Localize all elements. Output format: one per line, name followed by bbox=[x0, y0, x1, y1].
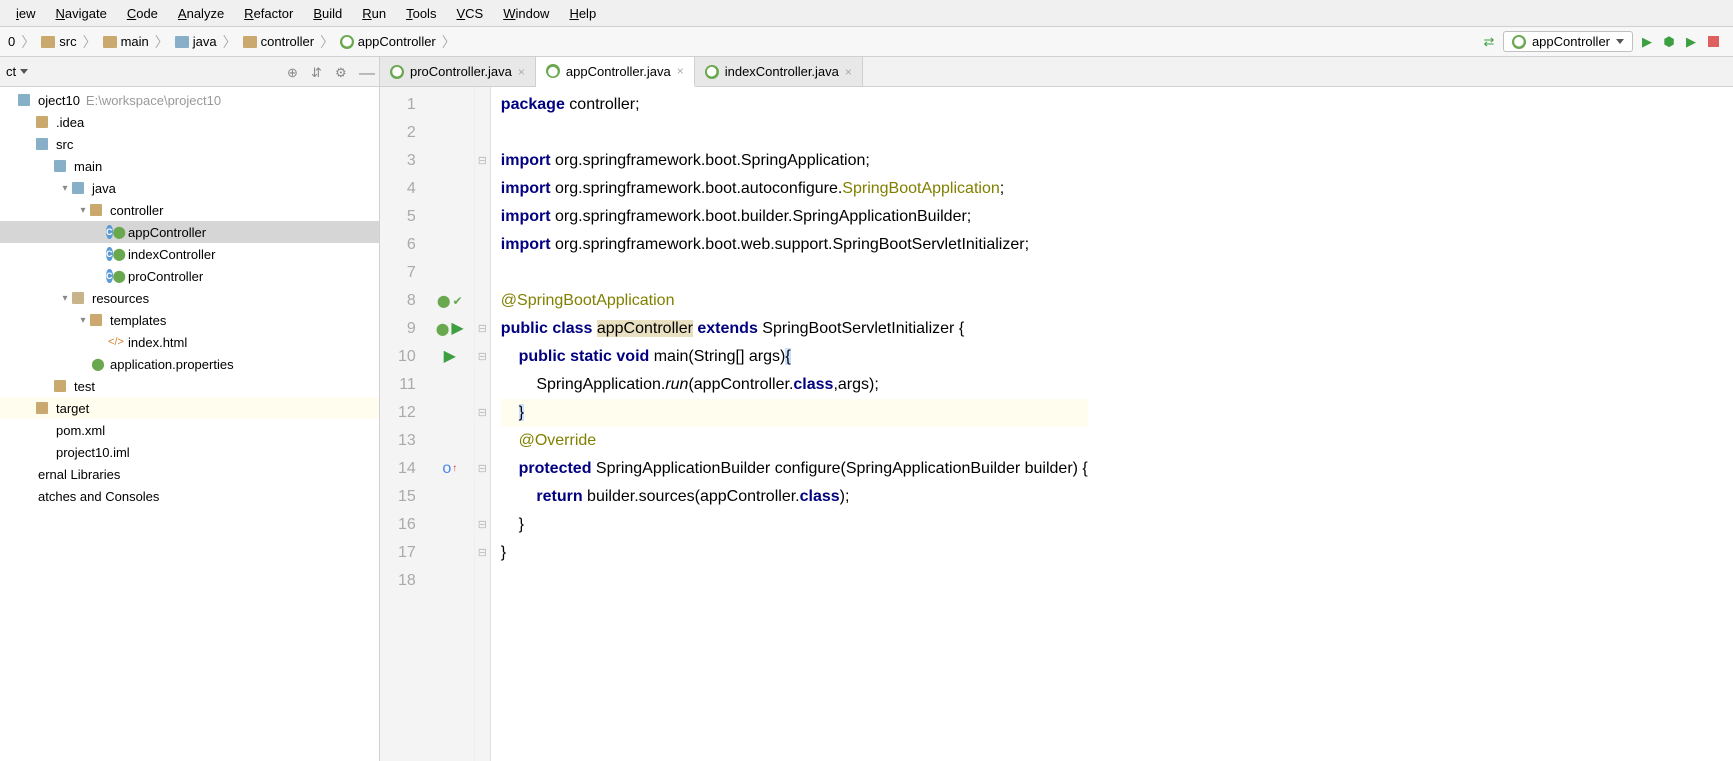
breadcrumb-separator: 〉 bbox=[83, 32, 97, 52]
menu-window[interactable]: Window bbox=[493, 3, 559, 24]
fold-column[interactable]: ⊟⊟⊟⊟⊟⊟⊟ bbox=[474, 87, 490, 761]
menu-bar: iewNavigateCodeAnalyzeRefactorBuildRunTo… bbox=[0, 0, 1733, 27]
collapse-icon[interactable] bbox=[311, 65, 325, 79]
menu-navigate[interactable]: Navigate bbox=[46, 3, 117, 24]
hide-icon[interactable]: — bbox=[359, 65, 373, 79]
code-content[interactable]: package controller; import org.springfra… bbox=[491, 87, 1088, 761]
breadcrumb-controller[interactable]: controller bbox=[239, 32, 318, 51]
tree-item-templates[interactable]: ▾templates bbox=[0, 309, 379, 331]
breadcrumb-separator: 〉 bbox=[21, 32, 35, 52]
run-config-label: appController bbox=[1532, 34, 1610, 49]
tree-item-target[interactable]: target bbox=[0, 397, 379, 419]
chevron-down-icon[interactable] bbox=[20, 69, 28, 74]
editor-area: ⬤proController.java×⬤appController.java×… bbox=[380, 57, 1733, 761]
run-button[interactable]: ▶ bbox=[1639, 34, 1655, 50]
tree-item-java[interactable]: ▾java bbox=[0, 177, 379, 199]
tree-item-appController[interactable]: C⬤appController bbox=[0, 221, 379, 243]
debug-button[interactable]: ⬢ bbox=[1661, 34, 1677, 50]
breadcrumb-java[interactable]: java bbox=[171, 32, 221, 51]
tree-item-indexController[interactable]: C⬤indexController bbox=[0, 243, 379, 265]
tree-item-proController[interactable]: C⬤proController bbox=[0, 265, 379, 287]
tab-proController.java[interactable]: ⬤proController.java× bbox=[380, 57, 536, 86]
menu-iew[interactable]: iew bbox=[6, 3, 46, 24]
close-icon[interactable]: × bbox=[845, 65, 852, 79]
tree-item-oject10[interactable]: oject10E:\workspace\project10 bbox=[0, 89, 379, 111]
close-icon[interactable]: × bbox=[518, 65, 525, 79]
tree-item-src[interactable]: src bbox=[0, 133, 379, 155]
stop-button[interactable] bbox=[1705, 34, 1721, 50]
menu-analyze[interactable]: Analyze bbox=[168, 3, 234, 24]
tree-item-index-html[interactable]: </>index.html bbox=[0, 331, 379, 353]
code-editor[interactable]: 123456789101112131415161718 ⬤✔⬤▶▶o ⊟⊟⊟⊟⊟… bbox=[380, 87, 1733, 761]
tree-item-atches-and-Consoles[interactable]: atches and Consoles bbox=[0, 485, 379, 507]
coverage-button[interactable]: ▶ bbox=[1683, 34, 1699, 50]
tree-item-main[interactable]: main bbox=[0, 155, 379, 177]
tree-item-resources[interactable]: ▾resources bbox=[0, 287, 379, 309]
menu-tools[interactable]: Tools bbox=[396, 3, 446, 24]
project-sidebar: ct ⚙ — oject10E:\workspace\project10.ide… bbox=[0, 57, 380, 761]
gear-icon[interactable]: ⚙ bbox=[335, 65, 349, 79]
breadcrumb-separator: 〉 bbox=[223, 32, 237, 52]
breadcrumb-0[interactable]: 0 bbox=[4, 32, 19, 51]
sidebar-title: ct bbox=[6, 64, 16, 79]
chevron-down-icon bbox=[1616, 39, 1624, 44]
menu-help[interactable]: Help bbox=[559, 3, 606, 24]
sidebar-header: ct ⚙ — bbox=[0, 57, 379, 87]
run-config-selector[interactable]: ⬤ appController bbox=[1503, 31, 1633, 52]
breadcrumb-separator: 〉 bbox=[442, 32, 456, 52]
breadcrumb-main[interactable]: main bbox=[99, 32, 153, 51]
tree-item-pom-xml[interactable]: pom.xml bbox=[0, 419, 379, 441]
editor-tabs: ⬤proController.java×⬤appController.java×… bbox=[380, 57, 1733, 87]
tree-item-application-properties[interactable]: ⬤application.properties bbox=[0, 353, 379, 375]
line-numbers: 123456789101112131415161718 bbox=[380, 87, 426, 761]
breadcrumb-separator: 〉 bbox=[320, 32, 334, 52]
tab-indexController.java[interactable]: ⬤indexController.java× bbox=[695, 57, 863, 86]
breadcrumb-separator: 〉 bbox=[155, 32, 169, 52]
close-icon[interactable]: × bbox=[677, 64, 684, 78]
spring-icon: ⬤ bbox=[1512, 35, 1526, 49]
breadcrumb-src[interactable]: src bbox=[37, 32, 80, 51]
menu-refactor[interactable]: Refactor bbox=[234, 3, 303, 24]
menu-build[interactable]: Build bbox=[303, 3, 352, 24]
toolbar-right: ⇄ ⬤ appController ▶ ⬢ ▶ bbox=[1481, 31, 1729, 52]
tree-item-ernal-Libraries[interactable]: ernal Libraries bbox=[0, 463, 379, 485]
menu-code[interactable]: Code bbox=[117, 3, 168, 24]
gutter-icons: ⬤✔⬤▶▶o bbox=[426, 87, 474, 761]
menu-vcs[interactable]: VCS bbox=[446, 3, 493, 24]
tab-appController.java[interactable]: ⬤appController.java× bbox=[536, 57, 695, 87]
locate-icon[interactable] bbox=[287, 65, 301, 79]
project-tree[interactable]: oject10E:\workspace\project10.ideasrcmai… bbox=[0, 87, 379, 761]
tree-item-test[interactable]: test bbox=[0, 375, 379, 397]
breadcrumb-appController[interactable]: ⬤ appController bbox=[336, 32, 440, 51]
tree-item-controller[interactable]: ▾controller bbox=[0, 199, 379, 221]
tree-item--idea[interactable]: .idea bbox=[0, 111, 379, 133]
tree-item-project10-iml[interactable]: project10.iml bbox=[0, 441, 379, 463]
breadcrumb-bar: 0〉src〉main〉java〉controller〉⬤ appControll… bbox=[0, 27, 1733, 57]
menu-run[interactable]: Run bbox=[352, 3, 396, 24]
sync-icon[interactable]: ⇄ bbox=[1481, 34, 1497, 50]
